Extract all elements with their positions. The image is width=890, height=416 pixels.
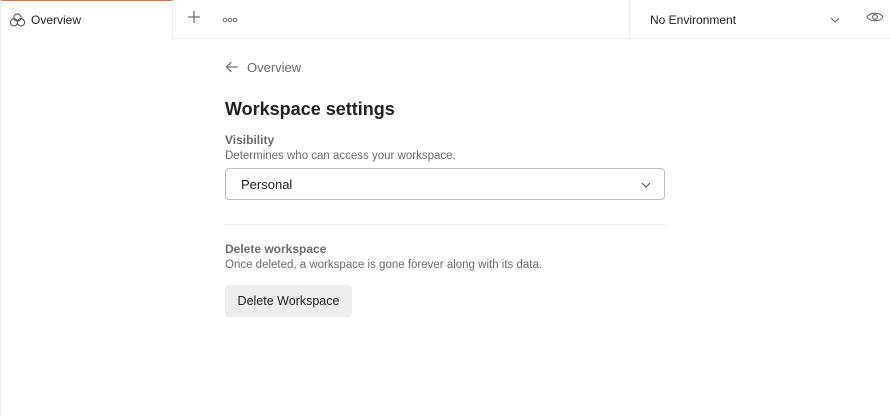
delete-workspace-description: Once deleted, a workspace is gone foreve…	[225, 259, 543, 271]
arrow-left-icon	[225, 60, 239, 74]
environment-quick-look-button[interactable]	[865, 10, 885, 28]
more-options-icon	[222, 10, 238, 28]
app-window: Overview No Environment Overview Workspa…	[0, 0, 890, 416]
back-to-overview-link[interactable]: Overview	[225, 58, 301, 76]
chevron-down-icon	[829, 13, 841, 25]
eye-icon	[866, 10, 884, 28]
tab-label: Overview	[31, 13, 82, 27]
visibility-description: Determines who can access your workspace…	[225, 150, 456, 162]
page-title: Workspace settings	[225, 99, 395, 119]
back-link-label: Overview	[247, 59, 302, 75]
visibility-select[interactable]: Personal	[225, 168, 665, 200]
new-tab-button[interactable]	[184, 8, 204, 30]
workspace-overview-icon	[9, 13, 26, 27]
more-tabs-button[interactable]	[219, 8, 241, 30]
environment-selector[interactable]: No Environment	[629, 0, 851, 39]
delete-workspace-button[interactable]: Delete Workspace	[225, 285, 352, 317]
tab-overview[interactable]: Overview	[1, 0, 173, 39]
tab-bar: Overview No Environment	[1, 0, 890, 39]
section-divider	[225, 224, 665, 225]
plus-icon	[187, 10, 201, 29]
visibility-heading: Visibility	[225, 133, 275, 147]
delete-workspace-heading: Delete workspace	[225, 242, 327, 256]
chevron-down-icon	[640, 179, 652, 191]
environment-label: No Environment	[650, 12, 737, 27]
visibility-selected-value: Personal	[241, 176, 293, 192]
